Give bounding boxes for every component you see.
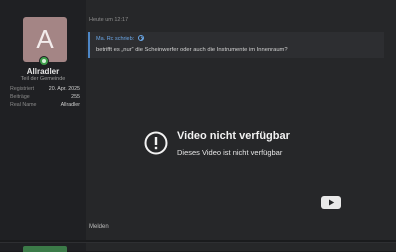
video-embed[interactable]: Video nicht verfügbar Dieses Video ist n…: [88, 62, 384, 216]
jump-to-quote-icon[interactable]: [137, 35, 144, 41]
avatar-letter: A: [36, 24, 54, 54]
stat-row: Beiträge 255: [10, 93, 80, 101]
report-link[interactable]: Melden: [89, 224, 109, 230]
stat-label: Registriert: [10, 86, 35, 92]
stat-label: Beiträge: [10, 94, 30, 100]
alert-circle-icon: [144, 131, 168, 155]
stat-value: Allradler: [60, 102, 80, 108]
post-timestamp[interactable]: Heute um 12:17: [89, 17, 128, 23]
user-title: Teil der Gemeinde: [20, 76, 66, 82]
stat-value: 20. Apr. 2025: [48, 86, 80, 92]
stat-row: Registriert 20. Apr. 2025: [10, 85, 80, 93]
username[interactable]: Allradler: [0, 67, 86, 76]
quote-block: Ma. Rc schrieb: betrifft es „nur“ die Sc…: [88, 32, 384, 58]
next-post-avatar[interactable]: [23, 246, 67, 252]
quote-text: betrifft es „nur“ die Scheinwerfer oder …: [96, 47, 288, 53]
online-status-icon: [39, 56, 49, 66]
stat-label: Real Name: [10, 102, 37, 108]
youtube-icon[interactable]: [321, 196, 341, 209]
video-error-subtitle: Dieses Video ist nicht verfügbar: [177, 148, 283, 157]
quote-author-link[interactable]: Ma. Rc schrieb:: [96, 35, 144, 42]
stat-value[interactable]: 255: [71, 93, 80, 101]
user-stats: Registriert 20. Apr. 2025 Beiträge 255 R…: [10, 85, 80, 109]
video-error-title: Video nicht verfügbar: [177, 130, 290, 142]
stat-row: Real Name Allradler: [10, 101, 80, 109]
quote-author: Ma. Rc schrieb:: [96, 36, 135, 42]
